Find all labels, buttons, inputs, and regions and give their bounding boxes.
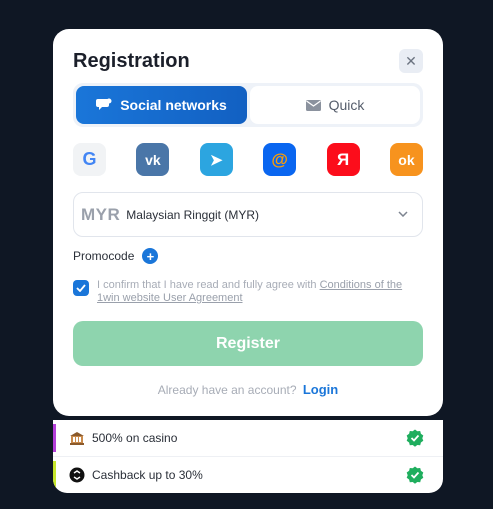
casino-icon [69,430,85,446]
bonus-label: 500% on casino [92,431,178,445]
mail-ru-icon: @ [271,149,288,169]
tab-quick-label: Quick [328,97,365,113]
bonus-accent-bar [53,461,56,489]
chevron-down-icon [398,206,408,220]
plus-icon: + [142,248,159,264]
vk-button[interactable]: vk [136,143,170,176]
checkmark-icon [76,284,86,292]
odnoklassniki-icon: ok [398,151,415,168]
verified-check-icon [406,466,424,484]
agreement-text: I confirm that I have read and fully agr… [97,279,412,305]
currency-select[interactable]: MYR Malaysian Ringgit (MYR) [73,192,423,237]
currency-code: MYR [81,204,121,224]
google-icon: G [82,149,97,169]
close-button[interactable]: ✕ [399,49,423,73]
mail-ru-button[interactable]: @ [263,143,297,176]
bonus-label: Cashback up to 30% [92,468,203,482]
verified-check-icon [406,429,424,447]
agreement-checkbox[interactable] [73,280,89,296]
promocode-label: Promocode [73,249,135,263]
google-button[interactable]: G [73,143,106,176]
login-prompt: Already have an account? Login [53,382,443,397]
registration-tabs: Social networks Quick [73,83,423,127]
odnoklassniki-button[interactable]: ok [389,143,423,176]
agreement-prefix: I confirm that I have read and fully agr… [97,279,320,291]
registration-modal: Registration ✕ Social networks Quick G v… [53,29,443,416]
currency-name: Malaysian Ringgit (MYR) [126,207,259,222]
login-prompt-text: Already have an account? [157,383,297,397]
register-button[interactable]: Register [73,321,423,366]
login-link[interactable]: Login [303,382,338,397]
yandex-button[interactable]: Я [326,143,360,176]
tab-quick[interactable]: Quick [250,86,420,124]
bonus-accent-bar [53,424,56,452]
bonus-item: Cashback up to 30% [53,457,443,493]
yandex-icon: Я [336,149,350,169]
modal-title: Registration [73,50,190,72]
bonus-list: 500% on casino Cashback up to 30% [53,420,443,493]
bonus-item: 500% on casino [53,420,443,456]
promocode-toggle[interactable]: Promocode + [73,246,159,266]
chat-icon [96,98,112,110]
close-icon: ✕ [405,52,417,69]
cashback-icon [69,467,85,483]
tab-social-label: Social networks [120,97,227,113]
vk-icon: vk [145,151,161,168]
telegram-icon: ➤ [209,151,223,169]
envelope-icon [305,99,321,111]
tab-social-networks[interactable]: Social networks [76,86,247,124]
social-login-row: G vk ➤ @ Я ok [73,143,423,177]
telegram-button[interactable]: ➤ [199,143,233,176]
